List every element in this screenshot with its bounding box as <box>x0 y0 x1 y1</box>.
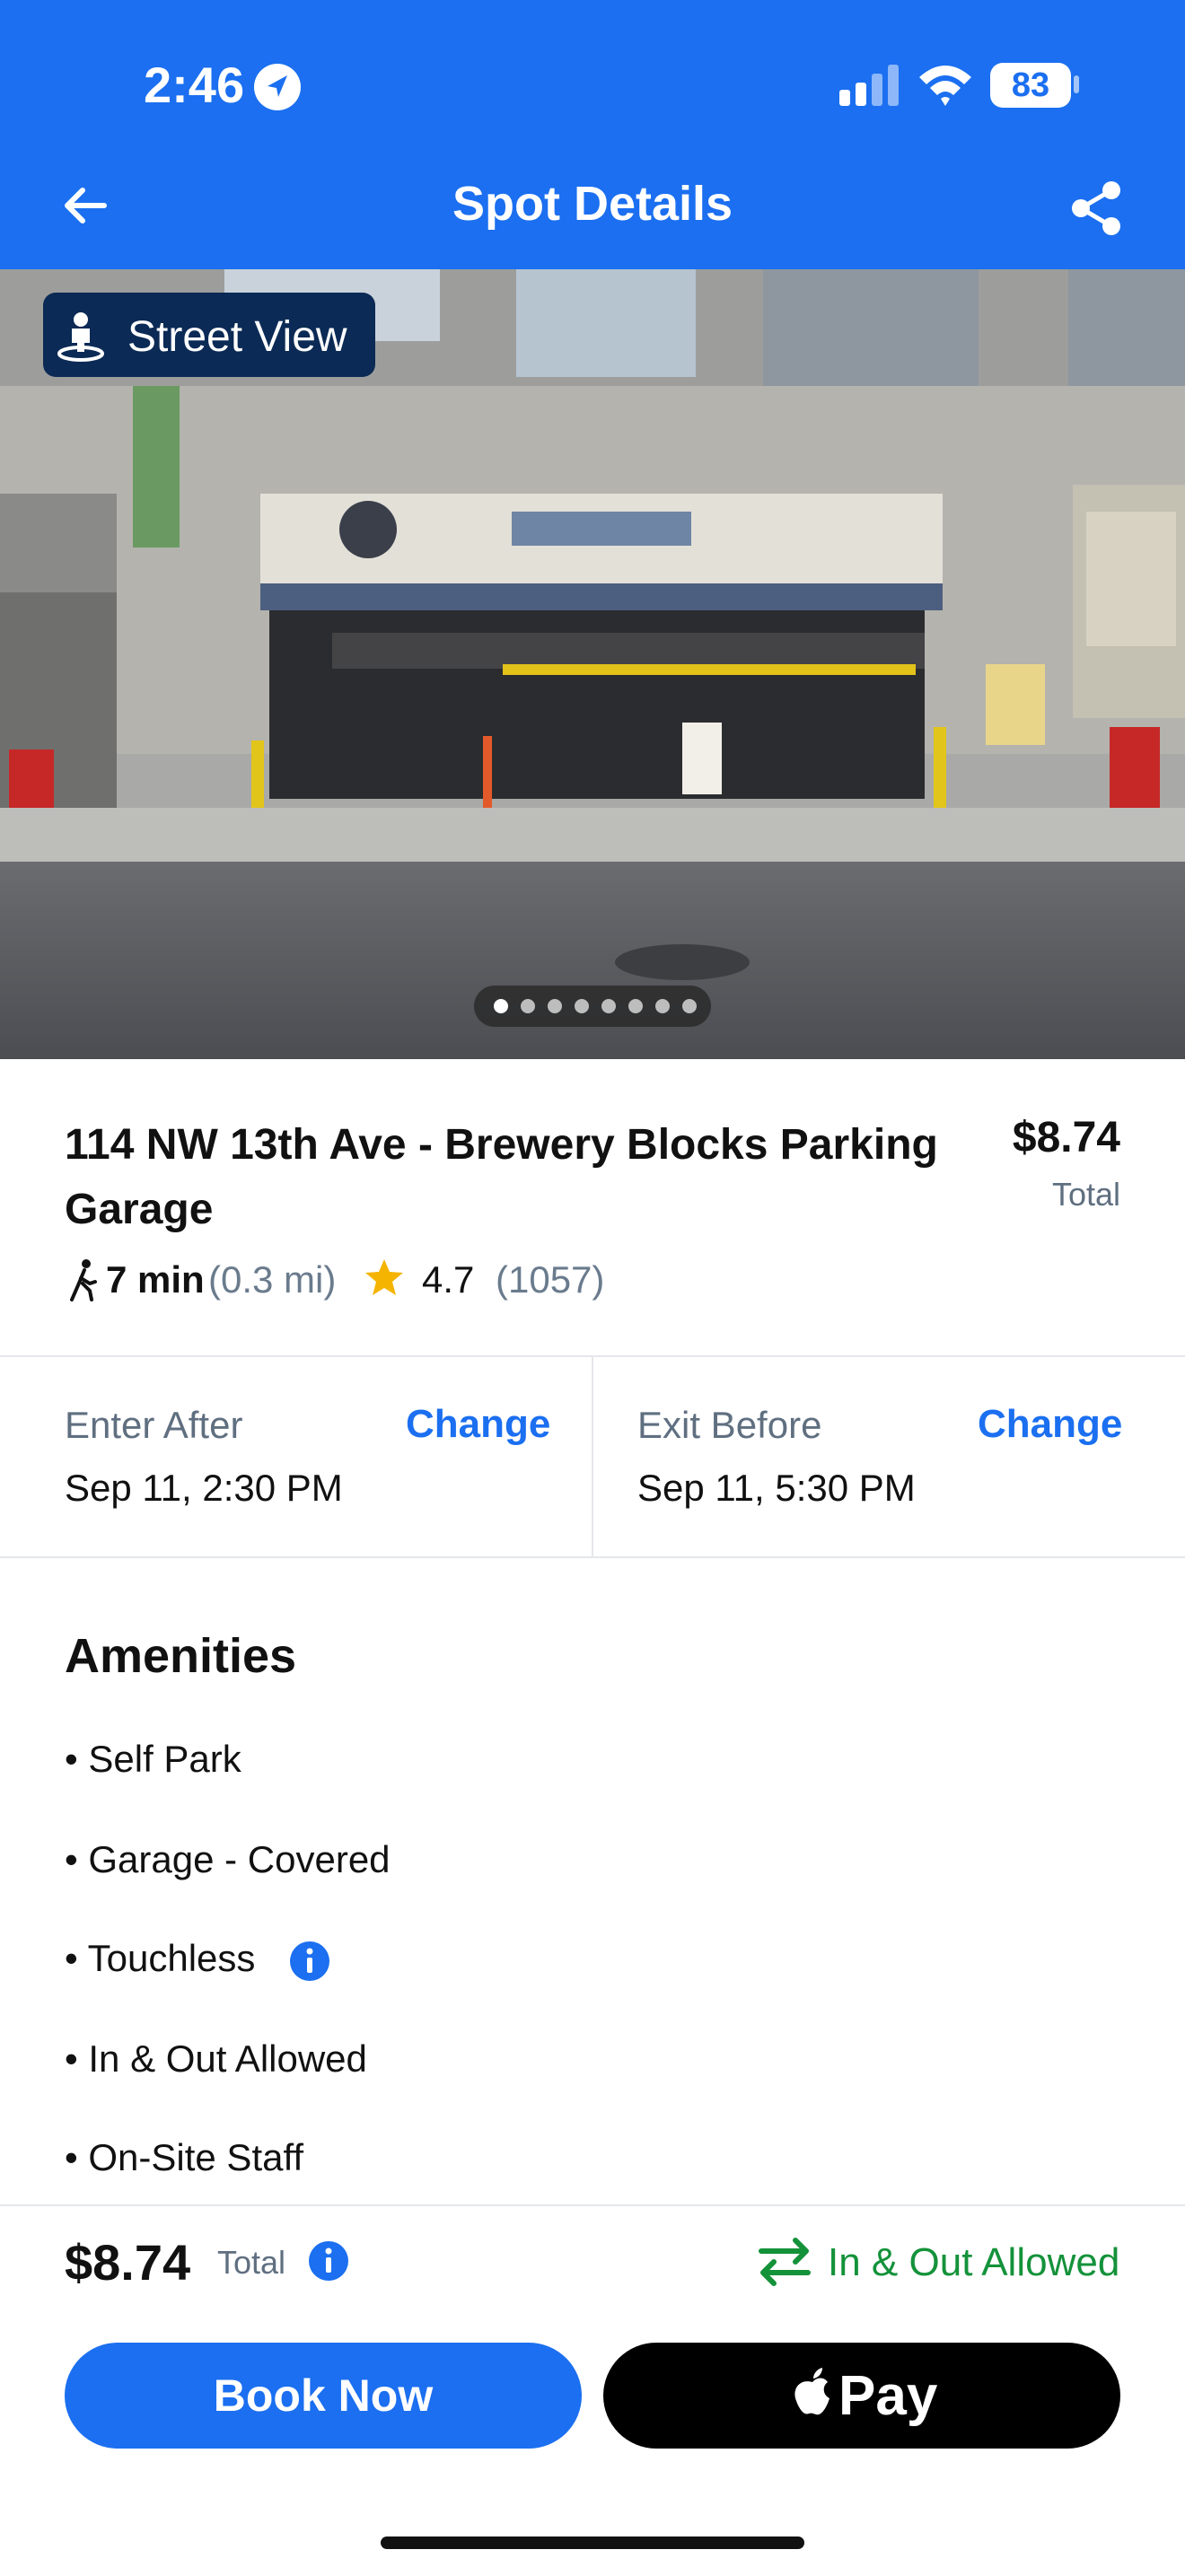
carousel-dot[interactable] <box>548 999 562 1013</box>
amenity-item: • Self Park <box>65 1738 241 1780</box>
divider <box>0 1556 1185 1558</box>
exit-before-label: Exit Before <box>637 1404 822 1446</box>
photo-carousel-indicator[interactable] <box>474 986 711 1027</box>
spot-name: 114 NW 13th Ave - Brewery Blocks Parking… <box>65 1121 938 1233</box>
amenity-item: • Garage - Covered <box>65 1838 391 1880</box>
status-time: 2:46 <box>144 57 245 113</box>
exit-before-value[interactable]: Sep 11, 5:30 PM <box>637 1467 916 1510</box>
pay-label: Pay <box>838 2365 938 2427</box>
change-enter-button[interactable]: Change <box>406 1402 550 1447</box>
rating-value: 4.7 <box>422 1258 475 1301</box>
apple-pay-button[interactable]: Pay <box>603 2343 1120 2449</box>
street-view-label: Street View <box>127 313 347 361</box>
spot-price: $8.74 <box>1012 1114 1120 1161</box>
carousel-dot[interactable] <box>682 999 697 1013</box>
carousel-dot[interactable] <box>494 999 508 1013</box>
touchless-info-icon[interactable] <box>289 1941 330 1982</box>
carousel-dot[interactable] <box>575 999 589 1013</box>
price-info-icon[interactable] <box>308 2240 349 2282</box>
bottom-total-label: Total <box>217 2244 286 2281</box>
street-view-icon <box>57 312 104 362</box>
street-view-button[interactable]: Street View <box>43 293 375 377</box>
enter-after-label: Enter After <box>65 1404 243 1446</box>
page-title: Spot Details <box>452 177 733 231</box>
header: 2:46 83 Spot Details <box>0 0 1185 269</box>
book-now-button[interactable]: Book Now <box>65 2343 582 2449</box>
walk-time: 7 min <box>106 1258 205 1301</box>
home-indicator[interactable] <box>381 2537 804 2549</box>
walk-distance: (0.3 mi) <box>208 1258 337 1301</box>
amenity-item: • In & Out Allowed <box>65 2037 367 2080</box>
time-divider <box>592 1357 593 1556</box>
bottom-price: $8.74 <box>65 2234 191 2291</box>
carousel-dot[interactable] <box>601 999 616 1013</box>
cellular-signal-icon <box>839 65 899 106</box>
apple-logo-icon <box>794 2368 830 2415</box>
amenities-title: Amenities <box>65 1629 297 1683</box>
garage-photo[interactable] <box>0 269 1185 1059</box>
walking-icon <box>70 1259 97 1301</box>
garage-street-view-image <box>0 269 1185 1059</box>
star-icon <box>365 1259 403 1295</box>
amenity-item: • On-Site Staff <box>65 2136 304 2178</box>
carousel-dot[interactable] <box>521 999 535 1013</box>
battery-indicator: 83 <box>990 63 1071 108</box>
change-exit-button[interactable]: Change <box>978 1402 1122 1447</box>
in-out-allowed-label: In & Out Allowed <box>828 2240 1120 2284</box>
enter-after-value[interactable]: Sep 11, 2:30 PM <box>65 1467 343 1510</box>
wifi-icon <box>919 66 971 106</box>
review-count[interactable]: (1057) <box>496 1258 604 1301</box>
in-out-arrows-icon <box>759 2238 811 2286</box>
share-icon[interactable] <box>1068 180 1126 237</box>
carousel-dot[interactable] <box>655 999 670 1013</box>
location-arrow-icon <box>254 64 301 110</box>
amenity-item: • Touchless <box>65 1937 256 1979</box>
spot-price-label: Total <box>1051 1176 1120 1213</box>
battery-tip <box>1074 75 1079 93</box>
carousel-dot[interactable] <box>628 999 643 1013</box>
